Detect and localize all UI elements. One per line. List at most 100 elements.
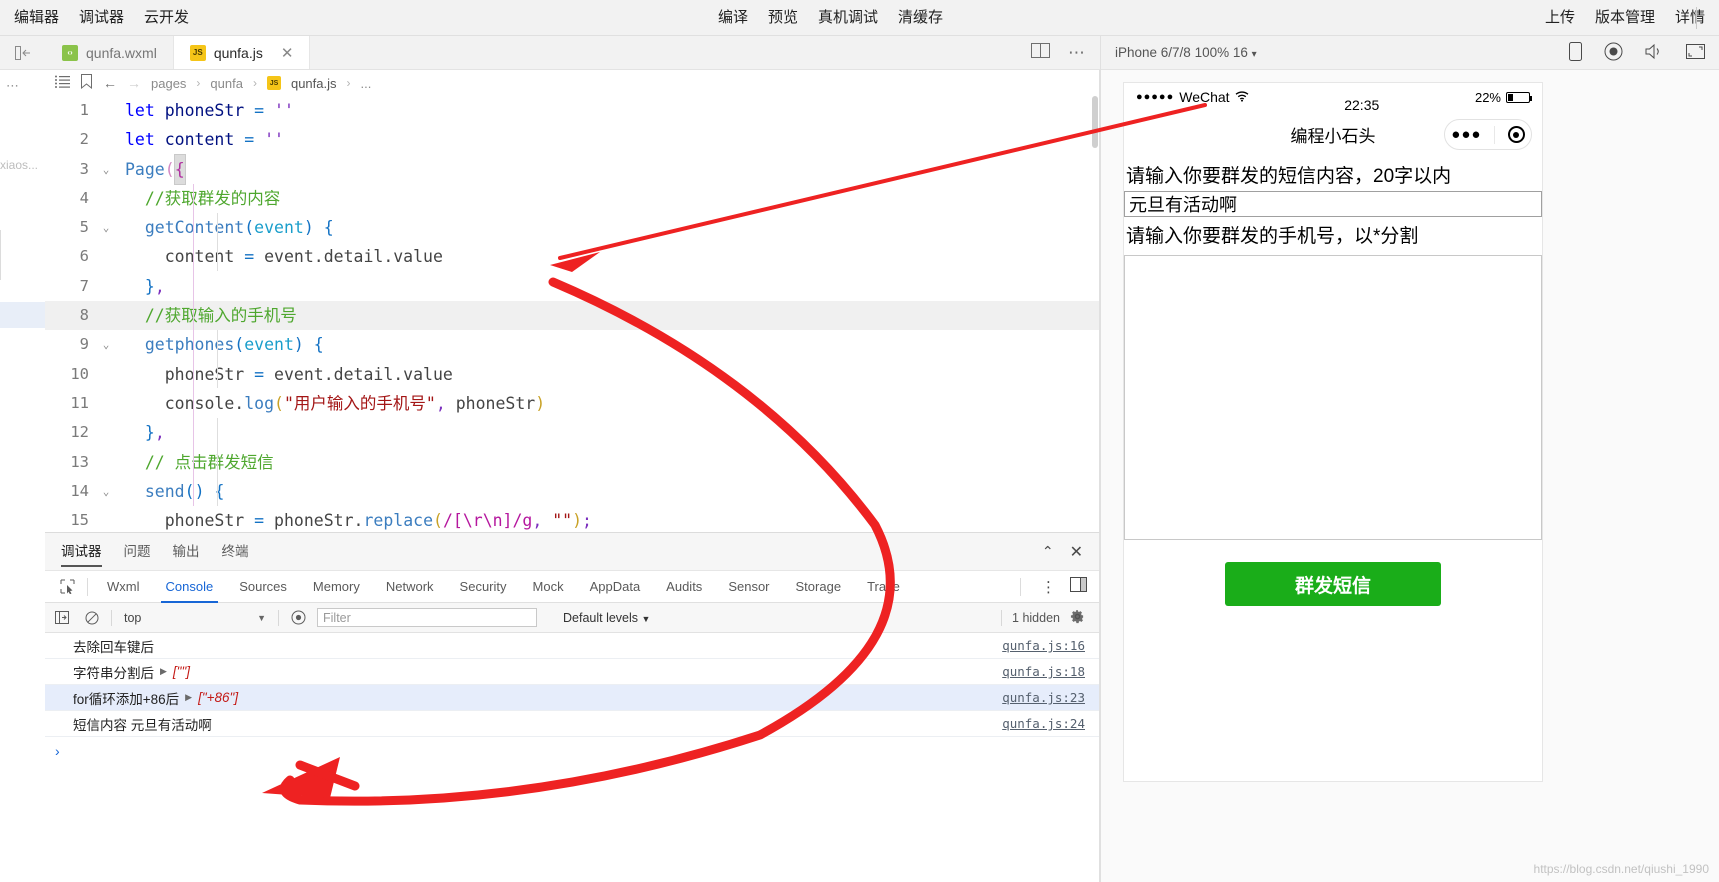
devtools-tab-audits[interactable]: Audits xyxy=(653,571,715,603)
code-token: ) xyxy=(293,335,304,355)
collapse-panel-icon[interactable]: ⌃ xyxy=(1042,543,1054,560)
console-log-source-link[interactable]: qunfa.js:16 xyxy=(1002,638,1099,653)
expand-icon[interactable] xyxy=(1686,43,1705,63)
breadcrumb-item-more[interactable]: ... xyxy=(361,76,372,91)
panel-tab-problems[interactable]: 问题 xyxy=(124,533,151,571)
menu-item-clear-cache[interactable]: 清缓存 xyxy=(898,0,943,36)
dock-panel-icon[interactable] xyxy=(1070,576,1087,597)
code-line[interactable]: 12 }, xyxy=(45,418,1099,447)
console-context-selector[interactable]: top ▼ xyxy=(120,611,270,625)
code-line[interactable]: 4 //获取群发的内容 xyxy=(45,184,1099,213)
console-log-value: [""] xyxy=(172,664,191,679)
breadcrumb-item-file[interactable]: qunfa.js xyxy=(291,76,337,91)
more-actions-icon[interactable]: ⋯ xyxy=(1068,43,1086,63)
code-line[interactable]: 9 ⌄ getphones(event) { xyxy=(45,330,1099,359)
code-line[interactable]: 1 let phoneStr = '' xyxy=(45,96,1099,125)
left-strip-selected-item[interactable] xyxy=(0,302,45,328)
devtools-tab-network[interactable]: Network xyxy=(373,571,447,603)
breadcrumb-item-pages[interactable]: pages xyxy=(151,76,186,91)
outline-icon[interactable] xyxy=(55,75,70,91)
devtools-tab-mock[interactable]: Mock xyxy=(520,571,577,603)
expand-value-icon[interactable]: ▶ xyxy=(160,666,167,677)
sms-content-input[interactable]: 元旦有活动啊 xyxy=(1124,191,1542,217)
menu-item-compile[interactable]: 编译 xyxy=(718,0,748,36)
panel-tab-terminal[interactable]: 终端 xyxy=(222,533,249,571)
live-expression-icon[interactable] xyxy=(287,607,309,629)
sidebar-collapse-icon[interactable] xyxy=(0,36,46,69)
devtools-tab-wxml[interactable]: Wxml xyxy=(94,571,153,603)
device-selector[interactable]: iPhone 6/7/8 100% 16 ▾ xyxy=(1115,45,1257,60)
console-log-row[interactable]: for循环添加+86后 ▶ ["+86"] qunfa.js:23 xyxy=(45,685,1099,711)
phone-numbers-textarea[interactable] xyxy=(1124,255,1542,540)
console-log-source-link[interactable]: qunfa.js:18 xyxy=(1002,664,1099,679)
code-line[interactable]: 5 ⌄ getContent(event) { xyxy=(45,213,1099,242)
devtools-tab-security[interactable]: Security xyxy=(447,571,520,603)
menu-item-debugger[interactable]: 调试器 xyxy=(79,0,124,36)
console-log-row[interactable]: 字符串分割后 ▶ [""] qunfa.js:18 xyxy=(45,659,1099,685)
split-editor-icon[interactable] xyxy=(1031,42,1050,64)
code-line[interactable]: 3 ⌄ Page({ xyxy=(45,153,1099,185)
devtools-tab-storage[interactable]: Storage xyxy=(783,571,855,603)
menu-item-real-device-debug[interactable]: 真机调试 xyxy=(818,0,878,36)
menu-item-details[interactable]: 详情 xyxy=(1675,0,1705,36)
bookmark-icon[interactable] xyxy=(80,74,93,92)
capsule-button[interactable]: ●●● xyxy=(1444,119,1532,150)
kebab-menu-icon[interactable]: ⋮ xyxy=(1041,578,1056,596)
menu-item-editor[interactable]: 编辑器 xyxy=(14,0,59,36)
capsule-menu-icon[interactable]: ●●● xyxy=(1451,126,1481,143)
console-settings-icon[interactable] xyxy=(1070,609,1085,627)
code-line[interactable]: 15 phoneStr = phoneStr.replace(/[\r\n]/g… xyxy=(45,506,1099,532)
code-line[interactable]: 11 console.log("用户输入的手机号", phoneStr) xyxy=(45,389,1099,418)
fold-toggle-icon[interactable]: ⌄ xyxy=(97,155,115,184)
code-area[interactable]: 1 let phoneStr = '' 2 let content = '' 3 ⌄ Pag… xyxy=(45,96,1099,532)
code-line[interactable]: 10 phoneStr = event.detail.value xyxy=(45,360,1099,389)
console-input-prompt[interactable]: › xyxy=(45,737,1099,765)
menu-item-upload[interactable]: 上传 xyxy=(1545,0,1575,36)
clear-console-icon[interactable] xyxy=(81,607,103,629)
code-line[interactable]: 7 }, xyxy=(45,272,1099,301)
devtools-tab-memory[interactable]: Memory xyxy=(300,571,373,603)
left-strip-overflow-icon[interactable]: ⋯ xyxy=(6,78,19,94)
devtools-tab-sensor[interactable]: Sensor xyxy=(715,571,782,603)
tab-close-icon[interactable]: ✕ xyxy=(281,44,294,62)
console-log-source-link[interactable]: qunfa.js:23 xyxy=(1002,690,1099,705)
fold-toggle-icon[interactable]: ⌄ xyxy=(97,477,115,506)
code-line[interactable]: 13 // 点击群发短信 xyxy=(45,448,1099,477)
record-icon[interactable] xyxy=(1604,42,1623,64)
code-line[interactable]: 6 content = event.detail.value xyxy=(45,242,1099,271)
menu-item-version-management[interactable]: 版本管理 xyxy=(1595,0,1655,36)
menu-item-cloud-dev[interactable]: 云开发 xyxy=(144,0,189,36)
fold-toggle-icon[interactable]: ⌄ xyxy=(97,330,115,359)
code-line[interactable]: 2 let content = '' xyxy=(45,125,1099,154)
breadcrumb-item-qunfa[interactable]: qunfa xyxy=(210,76,243,91)
navigate-forward-icon[interactable]: → xyxy=(127,75,141,91)
navigate-back-icon[interactable]: ← xyxy=(103,75,117,91)
editor-scrollbar[interactable] xyxy=(1091,96,1099,532)
inspect-element-icon[interactable] xyxy=(53,575,81,599)
tab-qunfa-wxml[interactable]: ‹› qunfa.wxml xyxy=(46,36,174,69)
editor-scrollbar-thumb[interactable] xyxy=(1092,96,1098,148)
close-panel-icon[interactable]: ✕ xyxy=(1070,542,1083,562)
devtools-tab-console[interactable]: Console xyxy=(153,571,227,603)
send-sms-button[interactable]: 群发短信 xyxy=(1225,562,1441,606)
console-log-source-link[interactable]: qunfa.js:24 xyxy=(1002,716,1099,731)
devtools-tab-trace[interactable]: Trace xyxy=(854,571,913,603)
expand-value-icon[interactable]: ▶ xyxy=(185,692,192,703)
fold-toggle-icon[interactable]: ⌄ xyxy=(97,213,115,242)
console-filter-input[interactable]: Filter xyxy=(317,608,537,627)
code-line[interactable]: 8 //获取输入的手机号 xyxy=(45,301,1099,331)
devtools-tab-sources[interactable]: Sources xyxy=(226,571,300,603)
console-log-row[interactable]: 去除回车键后 qunfa.js:16 xyxy=(45,633,1099,659)
sound-icon[interactable] xyxy=(1645,43,1664,63)
panel-tab-debugger[interactable]: 调试器 xyxy=(61,533,102,571)
console-sidebar-icon[interactable] xyxy=(51,607,73,629)
device-frame-icon[interactable] xyxy=(1569,41,1582,64)
tab-qunfa-js[interactable]: JS qunfa.js ✕ xyxy=(173,36,311,69)
panel-tab-output[interactable]: 输出 xyxy=(173,533,200,571)
console-levels-selector[interactable]: Default levels ▼ xyxy=(563,611,650,625)
console-log-row[interactable]: 短信内容 元旦有活动啊 qunfa.js:24 xyxy=(45,711,1099,737)
capsule-target-icon[interactable] xyxy=(1507,126,1525,143)
menu-item-preview[interactable]: 预览 xyxy=(768,0,798,36)
code-line[interactable]: 14 ⌄ send() { xyxy=(45,477,1099,506)
devtools-tab-appdata[interactable]: AppData xyxy=(577,571,654,603)
